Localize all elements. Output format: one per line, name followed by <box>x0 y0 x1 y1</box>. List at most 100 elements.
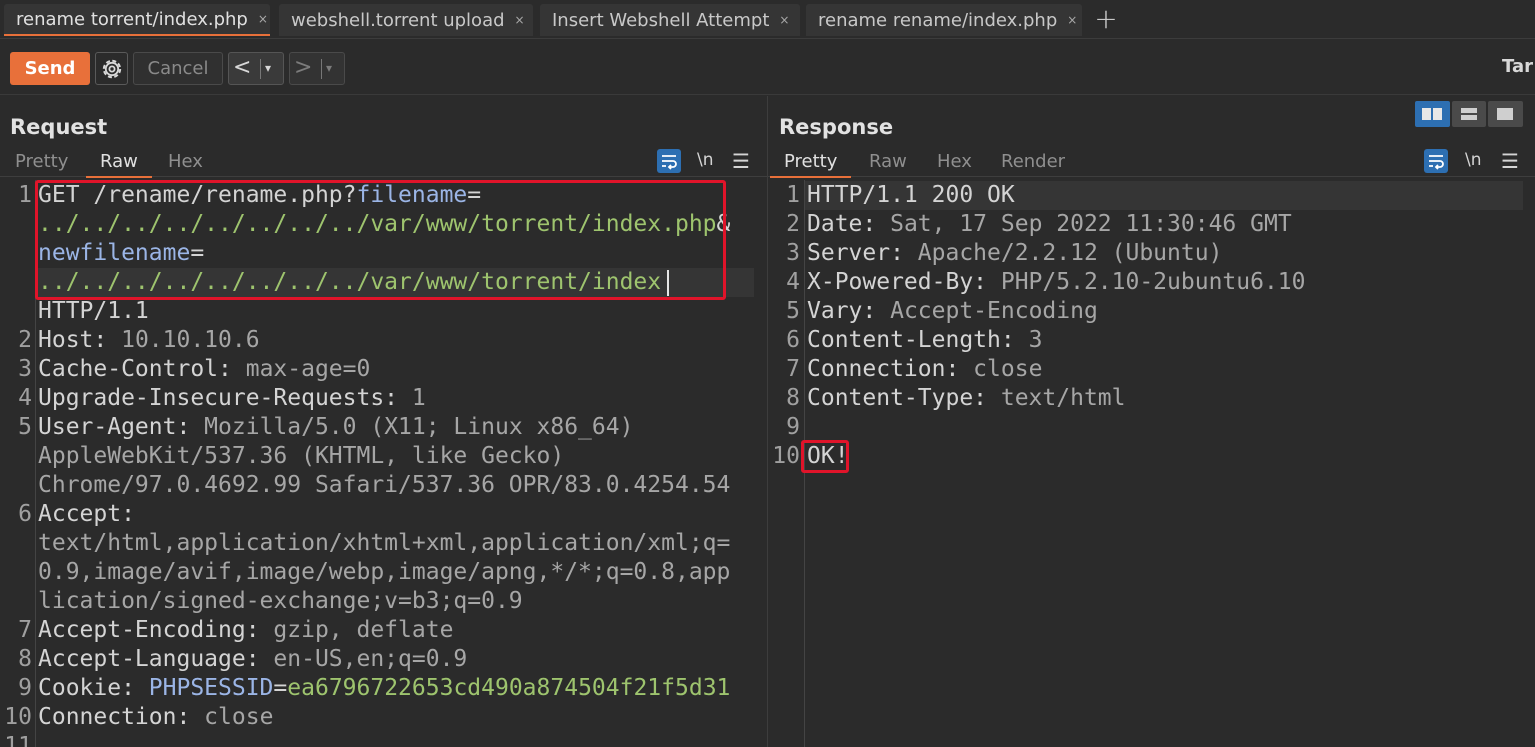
tab-label: webshell.torrent upload <box>291 9 505 31</box>
tab-rename-torrent-index[interactable]: rename torrent/index.php × <box>4 4 270 36</box>
response-title: Response <box>779 115 894 139</box>
tab-pretty[interactable]: Pretty <box>15 151 68 177</box>
request-editor[interactable]: 1 2 3 4 5 6 7 8 9 10 11 GET /rename/rena… <box>0 180 767 747</box>
line-number: 2 <box>786 211 800 237</box>
header-line: Cache-Control: max-age=0 <box>38 356 370 382</box>
header-value-wrap: lication/signed-exchange;v=b3;q=0.9 <box>38 588 523 614</box>
header-value: 10.10.10.6 <box>107 327 260 353</box>
line-number: 9 <box>786 414 800 440</box>
cookie-value: ea6796722653cd490a874504f21f5d31 <box>287 675 731 701</box>
header-value: close <box>959 356 1043 382</box>
header-line: Content-Type: text/html <box>807 385 1126 411</box>
header-line: User-Agent: Mozilla/5.0 (X11; Linux x86_… <box>38 414 633 440</box>
separator <box>321 59 322 79</box>
cookie-eq: = <box>273 675 288 701</box>
line-number: 10 <box>4 704 32 730</box>
status-line: HTTP/1.1 200 OK <box>807 182 1015 208</box>
tab-hex[interactable]: Hex <box>937 151 972 177</box>
header-key: Accept: <box>38 501 135 527</box>
tab-label: rename torrent/index.php <box>16 8 248 30</box>
header-value: close <box>190 704 274 730</box>
wrap-icon <box>1429 155 1444 170</box>
line-number: 8 <box>18 646 32 672</box>
header-key: X-Powered-By: <box>807 269 988 295</box>
line-number: 4 <box>786 269 800 295</box>
tab-label: rename rename/index.php <box>818 9 1058 31</box>
request-tab-bar: rename torrent/index.php × webshell.torr… <box>0 0 1535 39</box>
header-line: Connection: close <box>38 704 273 730</box>
show-newlines-toggle[interactable]: \n <box>697 150 714 170</box>
close-tab-icon[interactable]: × <box>515 13 525 27</box>
separator <box>260 59 261 79</box>
request-pane: Request Pretty Raw Hex \n ☰ 1 2 3 4 5 6 … <box>0 96 767 747</box>
header-key: Content-Type: <box>807 385 988 411</box>
header-key: Accept-Encoding: <box>38 617 260 643</box>
line-number: 9 <box>18 675 32 701</box>
header-line: X-Powered-By: PHP/5.2.10-2ubuntu6.10 <box>807 269 1306 295</box>
line-number: 7 <box>786 356 800 382</box>
header-key: Server: <box>807 240 904 266</box>
settings-button[interactable] <box>95 52 128 85</box>
header-line: Cookie: PHPSESSID=ea6796722653cd490a8745… <box>38 675 730 701</box>
header-value: Accept-Encoding <box>876 298 1098 324</box>
tab-pretty[interactable]: Pretty <box>769 151 852 178</box>
header-key: Cache-Control: <box>38 356 232 382</box>
header-line: Connection: close <box>807 356 1042 382</box>
header-key: User-Agent: <box>38 414 191 440</box>
tab-rename-rename-index[interactable]: rename rename/index.php × <box>806 4 1082 36</box>
request-line: HTTP/1.1 <box>38 298 149 324</box>
close-tab-icon[interactable]: × <box>779 13 789 27</box>
target-label[interactable]: Tar <box>1502 56 1533 77</box>
header-line: Date: Sat, 17 Sep 2022 11:30:46 GMT <box>807 211 1292 237</box>
tab-render[interactable]: Render <box>1001 151 1065 177</box>
header-line: Accept: <box>38 501 135 527</box>
line-number: 1 <box>18 182 32 208</box>
header-value: PHP/5.2.10-2ubuntu6.10 <box>987 269 1306 295</box>
hamburger-menu-icon[interactable]: ☰ <box>1501 149 1519 173</box>
header-key: Host: <box>38 327 108 353</box>
back-dropdown-icon[interactable]: ▾ <box>265 53 271 84</box>
show-newlines-toggle[interactable]: \n <box>1465 150 1482 170</box>
line-number: 8 <box>786 385 800 411</box>
tab-webshell-torrent-upload[interactable]: webshell.torrent upload × <box>279 4 533 36</box>
tab-insert-webshell-attempt[interactable]: Insert Webshell Attempt × <box>540 4 800 36</box>
header-value: max-age=0 <box>231 356 371 382</box>
history-forward-button[interactable]: > ▾ <box>289 52 345 85</box>
header-line: Server: Apache/2.2.12 (Ubuntu) <box>807 240 1222 266</box>
header-key: Vary: <box>807 298 877 324</box>
hamburger-menu-icon[interactable]: ☰ <box>732 149 750 173</box>
header-key: Date: <box>807 211 877 237</box>
history-back-button[interactable]: < ▾ <box>228 52 284 85</box>
request-title: Request <box>10 115 108 139</box>
close-tab-icon[interactable]: × <box>1067 13 1077 27</box>
response-subtabs: Pretty Raw Hex Render <box>768 147 1535 178</box>
tab-raw[interactable]: Raw <box>869 151 907 177</box>
wrap-icon <box>662 155 677 170</box>
word-wrap-button[interactable] <box>657 149 681 173</box>
header-value-wrap: Chrome/97.0.4692.99 Safari/537.36 OPR/83… <box>38 472 731 498</box>
header-value-wrap: 0.9,image/avif,image/webp,image/apng,*/*… <box>38 559 731 585</box>
new-tab-plus-icon[interactable]: + <box>1093 4 1119 36</box>
tab-hex[interactable]: Hex <box>168 151 203 177</box>
line-number: 2 <box>18 327 32 353</box>
tab-raw[interactable]: Raw <box>86 151 152 178</box>
header-key: Connection: <box>38 704 191 730</box>
header-key: Cookie: <box>38 675 135 701</box>
cancel-button[interactable]: Cancel <box>133 52 223 85</box>
header-value: 3 <box>1014 327 1043 353</box>
word-wrap-button[interactable] <box>1424 149 1448 173</box>
response-pane: Response Pretty Raw Hex Render \n ☰ 1 2 … <box>768 96 1535 747</box>
line-number: 5 <box>18 414 32 440</box>
line-number: 10 <box>772 443 800 469</box>
send-button[interactable]: Send <box>10 52 90 85</box>
header-value: 1 <box>398 385 426 411</box>
line-number: 3 <box>18 356 32 382</box>
close-tab-icon[interactable]: × <box>258 12 268 26</box>
header-line: Host: 10.10.10.6 <box>38 327 260 353</box>
header-line: Content-Length: 3 <box>807 327 1042 353</box>
header-value: Sat, 17 Sep 2022 11:30:46 GMT <box>876 211 1292 237</box>
response-editor[interactable]: 1 2 3 4 5 6 7 8 9 10 HTTP/1.1 200 OK Dat… <box>768 180 1535 747</box>
header-line: Upgrade-Insecure-Requests: 1 <box>38 385 426 411</box>
header-line: Vary: Accept-Encoding <box>807 298 1098 324</box>
forward-dropdown-icon[interactable]: ▾ <box>326 53 332 84</box>
